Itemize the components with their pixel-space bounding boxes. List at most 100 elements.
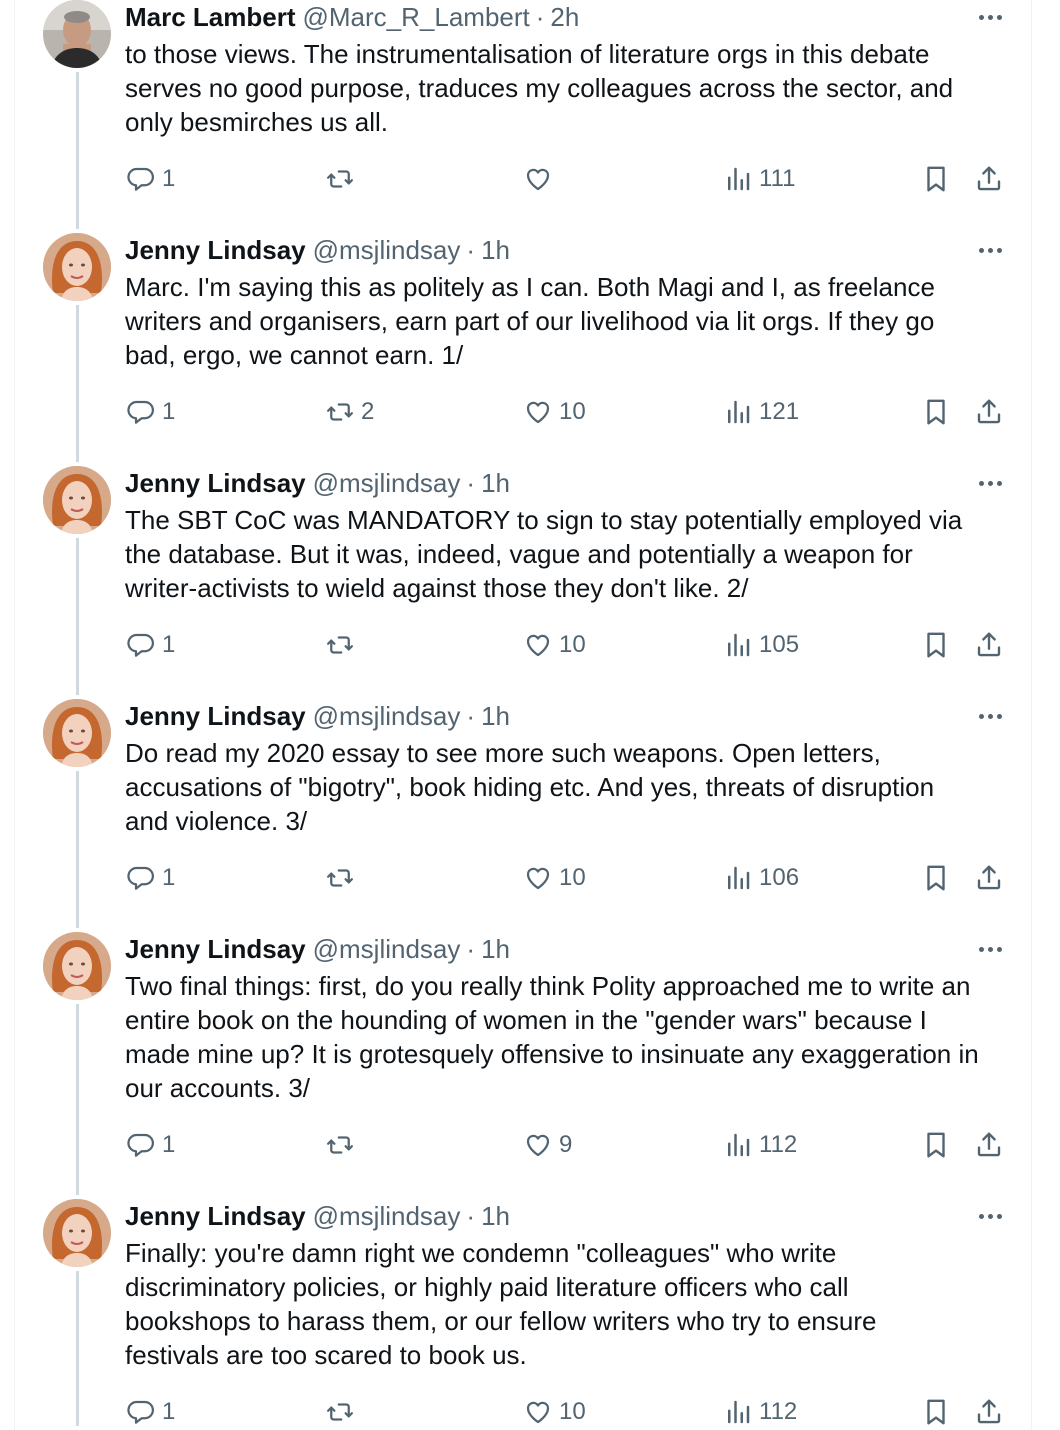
author-handle[interactable]: @msjlindsay — [313, 233, 461, 267]
views-count: 105 — [759, 631, 800, 658]
share-button[interactable] — [974, 628, 1004, 662]
author-handle[interactable]: @msjlindsay — [313, 466, 461, 500]
tweet-actions: 1 10 112 — [0, 1395, 1060, 1429]
timestamp[interactable]: 1h — [481, 233, 510, 267]
timestamp[interactable]: 1h — [481, 466, 510, 500]
timestamp[interactable]: 2h — [550, 0, 579, 34]
author-handle[interactable]: @Marc_R_Lambert — [303, 0, 530, 34]
share-button[interactable] — [974, 395, 1004, 429]
column-border-right — [1031, 0, 1032, 1430]
views-chart-icon — [723, 863, 753, 893]
reply-button[interactable]: 1 — [126, 628, 175, 662]
heart-icon — [523, 397, 553, 427]
avatar[interactable] — [43, 932, 111, 1000]
bookmark-button[interactable] — [921, 395, 951, 429]
separator-dot: · — [466, 1201, 476, 1231]
tweet-actions: 1 10 106 — [0, 861, 1060, 895]
views-button[interactable]: 106 — [723, 861, 799, 895]
tweet-header: Jenny Lindsay @msjlindsay · 1h — [125, 932, 510, 966]
author-name[interactable]: Jenny Lindsay — [125, 699, 306, 733]
retweet-count: 2 — [361, 398, 375, 425]
like-button[interactable]: 9 — [523, 1128, 572, 1162]
more-dots-icon[interactable] — [972, 470, 1008, 496]
author-name[interactable]: Jenny Lindsay — [125, 466, 306, 500]
share-button[interactable] — [974, 1395, 1004, 1429]
author-handle[interactable]: @msjlindsay — [313, 1199, 461, 1233]
tweet-header: Jenny Lindsay @msjlindsay · 1h — [125, 699, 510, 733]
reply-button[interactable]: 1 — [126, 1128, 175, 1162]
share-button[interactable] — [974, 162, 1004, 196]
author-name[interactable]: Jenny Lindsay — [125, 932, 306, 966]
more-dots-icon[interactable] — [972, 237, 1008, 263]
reply-count: 1 — [162, 864, 176, 891]
bookmark-button[interactable] — [921, 628, 951, 662]
avatar[interactable] — [43, 699, 111, 767]
timestamp[interactable]: 1h — [481, 1199, 510, 1233]
author-name[interactable]: Marc Lambert — [125, 0, 296, 34]
retweet-icon — [325, 1130, 355, 1160]
reply-count: 1 — [162, 1398, 176, 1425]
views-button[interactable]: 112 — [723, 1128, 797, 1162]
retweet-button[interactable]: 2 — [325, 395, 374, 429]
reply-count: 1 — [162, 1131, 176, 1158]
avatar[interactable] — [43, 466, 111, 534]
retweet-icon — [325, 164, 355, 194]
retweet-button[interactable] — [325, 628, 361, 662]
bookmark-button[interactable] — [921, 162, 951, 196]
bookmark-button[interactable] — [921, 1128, 951, 1162]
like-button[interactable] — [523, 162, 559, 196]
author-name[interactable]: Jenny Lindsay — [125, 233, 306, 267]
reply-count: 1 — [162, 165, 176, 192]
like-count: 10 — [559, 1398, 586, 1425]
more-dots-icon[interactable] — [972, 1203, 1008, 1229]
views-button[interactable]: 111 — [723, 162, 795, 196]
retweet-button[interactable] — [325, 1395, 361, 1429]
views-chart-icon — [723, 1397, 753, 1427]
reply-button[interactable]: 1 — [126, 1395, 175, 1429]
views-chart-icon — [723, 164, 753, 194]
tweet-text: Finally: you're damn right we condemn "c… — [125, 1238, 877, 1370]
retweet-icon — [325, 863, 355, 893]
retweet-button[interactable] — [325, 162, 361, 196]
reply-icon — [126, 863, 156, 893]
like-button[interactable]: 10 — [523, 1395, 586, 1429]
retweet-button[interactable] — [325, 1128, 361, 1162]
more-dots-icon[interactable] — [972, 4, 1008, 30]
share-button[interactable] — [974, 1128, 1004, 1162]
retweet-button[interactable] — [325, 861, 361, 895]
tweet-header: Jenny Lindsay @msjlindsay · 1h — [125, 466, 510, 500]
reply-button[interactable]: 1 — [126, 395, 175, 429]
like-button[interactable]: 10 — [523, 628, 586, 662]
reply-button[interactable]: 1 — [126, 861, 175, 895]
retweet-icon — [325, 630, 355, 660]
views-button[interactable]: 121 — [723, 395, 799, 429]
avatar[interactable] — [43, 0, 111, 68]
views-button[interactable]: 105 — [723, 628, 799, 662]
views-count: 121 — [759, 398, 800, 425]
views-button[interactable]: 112 — [723, 1395, 797, 1429]
like-button[interactable]: 10 — [523, 395, 586, 429]
author-name[interactable]: Jenny Lindsay — [125, 1199, 306, 1233]
more-dots-icon[interactable] — [972, 703, 1008, 729]
share-icon — [974, 1130, 1004, 1160]
avatar[interactable] — [43, 1199, 111, 1267]
timestamp[interactable]: 1h — [481, 699, 510, 733]
reply-icon — [126, 1130, 156, 1160]
share-icon — [974, 164, 1004, 194]
author-handle[interactable]: @msjlindsay — [313, 932, 461, 966]
author-handle[interactable]: @msjlindsay — [313, 699, 461, 733]
heart-icon — [523, 1397, 553, 1427]
avatar[interactable] — [43, 233, 111, 301]
reply-button[interactable]: 1 — [126, 162, 175, 196]
timestamp[interactable]: 1h — [481, 932, 510, 966]
share-button[interactable] — [974, 861, 1004, 895]
heart-icon — [523, 863, 553, 893]
tweet-actions: 1 10 105 — [0, 628, 1060, 662]
like-button[interactable]: 10 — [523, 861, 586, 895]
thread-line — [76, 1004, 79, 1195]
tweet-actions: 1 111 — [0, 162, 1060, 196]
bookmark-button[interactable] — [921, 861, 951, 895]
more-dots-icon[interactable] — [972, 936, 1008, 962]
bookmark-button[interactable] — [921, 1395, 951, 1429]
like-count: 10 — [559, 398, 586, 425]
